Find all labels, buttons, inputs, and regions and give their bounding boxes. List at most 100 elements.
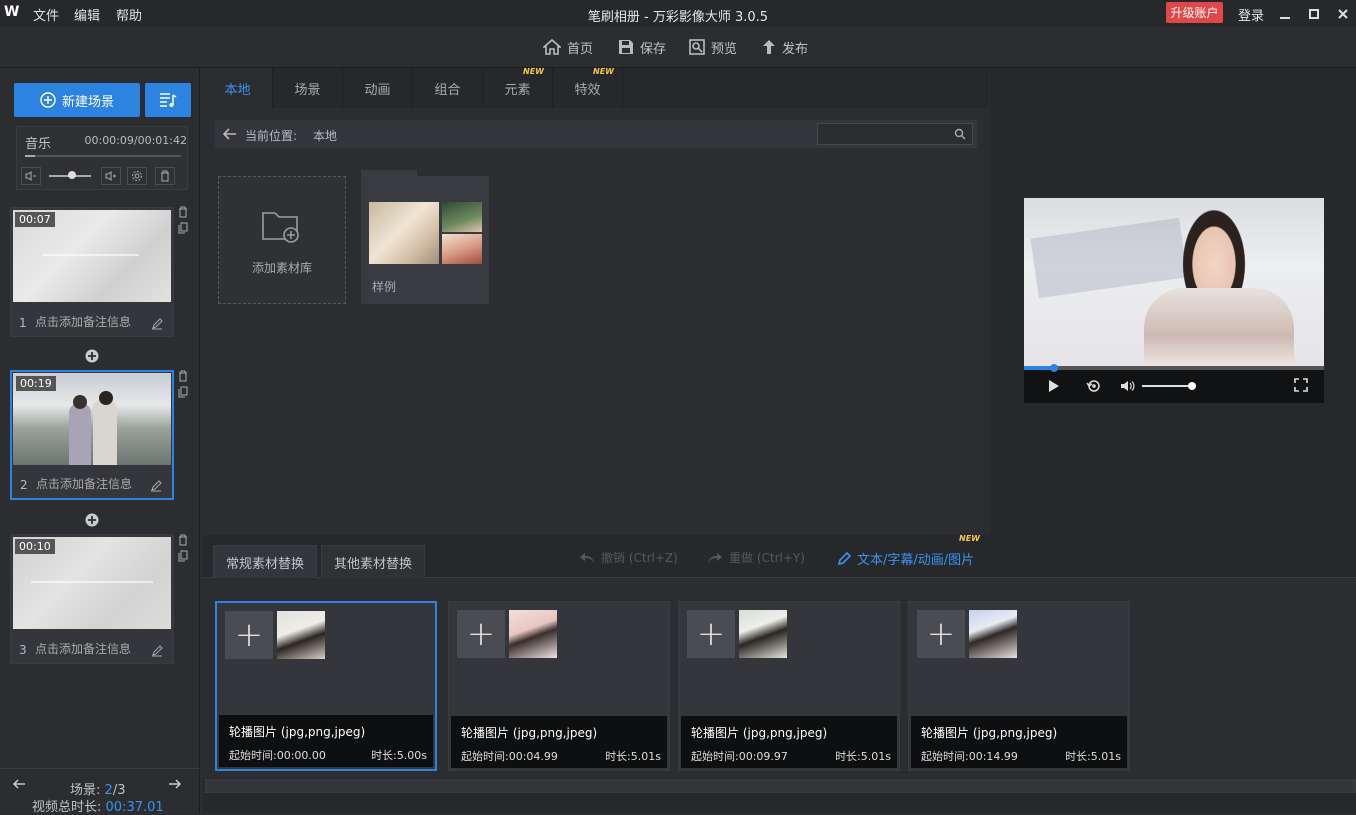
sample-folder-card[interactable]: 样例 [361,170,489,304]
music-progress-track[interactable] [25,155,181,157]
upload-icon [763,40,775,54]
material-card-2[interactable]: + 轮播图片 (jpg,png,jpeg) 起始时间:00:04.99 时长:5… [448,601,670,771]
material-card-1[interactable]: + 轮播图片 (jpg,png,jpeg) 起始时间:00:00.00 时长:5… [215,601,437,771]
text-link-label: 文本/字幕/动画/图片 [857,553,975,568]
scene-card-3[interactable]: 00:10 3 点击添加备注信息 [10,534,174,664]
maximize-icon [1309,8,1319,19]
add-material-button[interactable]: + [225,611,273,659]
insert-scene-icon[interactable] [85,349,99,363]
preview-button[interactable]: 预览 [689,37,737,57]
save-button[interactable]: 保存 [618,37,666,57]
horizontal-scrollbar[interactable] [205,779,1356,793]
scene-1-copy-icon[interactable] [178,222,188,234]
new-scene-button[interactable]: 新建场景 [14,83,140,117]
scene-3-delete-icon[interactable] [178,534,188,546]
tab-effects[interactable]: 特效 NEW [553,67,623,108]
tab-scene[interactable]: 场景 [273,68,343,108]
undo-label: 撤销 (Ctrl+Z) [601,551,678,565]
volume-slider-thumb[interactable] [68,171,76,179]
fullscreen-icon[interactable] [1294,378,1308,392]
minimize-button[interactable] [1270,0,1300,27]
play-icon[interactable] [1048,379,1060,393]
material-title: 轮播图片 (jpg,png,jpeg) [461,726,598,740]
undo-icon [580,552,594,563]
insert-scene-icon[interactable] [85,513,99,527]
scene-note[interactable]: 点击添加备注信息 [35,313,131,330]
tab-label: 其他素材替换 [334,556,413,572]
path-label: 当前位置: [245,129,298,143]
scene-2-delete-icon[interactable] [178,370,188,382]
material-replace-panel: 常规素材替换 其他素材替换 撤销 (Ctrl+Z) 重做 (Ctrl+Y) 文本… [203,534,1356,813]
add-library-card[interactable]: 添加素材库 [218,176,346,304]
scene-card-1[interactable]: 00:07 1 点击添加备注信息 [10,207,174,337]
music-settings-button[interactable] [127,167,147,185]
scene-footer: 场景: 2/3 视频总时长: 00:37.01 [0,768,200,815]
scene-card-2[interactable]: 00:19 2 点击添加备注信息 [10,370,174,500]
scene-note[interactable]: 点击添加备注信息 [35,640,131,657]
scene-note[interactable]: 点击添加备注信息 [36,475,132,492]
tab-label: 本地 [224,82,251,98]
prev-scene-icon[interactable] [12,779,26,789]
scene-list-button[interactable] [145,83,191,117]
volume-down-icon [25,171,36,181]
login-link[interactable]: 登录 [1238,5,1264,24]
material-card-3[interactable]: + 轮播图片 (jpg,png,jpeg) 起始时间:00:09.97 时长:5… [678,601,900,771]
edit-note-icon[interactable] [151,645,163,657]
new-scene-label: 新建场景 [61,94,114,110]
add-material-button[interactable]: + [917,610,965,658]
replay-icon[interactable] [1086,379,1102,393]
portrait-sweater [1144,288,1294,366]
video-progress-track[interactable] [1024,366,1324,370]
preview-volume-thumb[interactable] [1188,382,1196,390]
sample-image-large [369,202,439,264]
home-label: 首页 [567,41,594,57]
redo-button[interactable]: 重做 (Ctrl+Y) [707,549,805,566]
preview-volume-slider[interactable] [1142,385,1192,387]
add-material-button[interactable]: + [687,610,735,658]
edit-note-icon[interactable] [150,480,162,492]
music-label: 音乐 [25,137,52,152]
scene-3-copy-icon[interactable] [178,550,188,562]
next-scene-icon[interactable] [168,779,182,789]
window-title: 笔刷相册 - 万彩影像大师 3.0.5 [587,10,769,25]
edit-note-icon[interactable] [151,318,163,330]
add-library-label: 添加素材库 [251,261,312,275]
publish-button[interactable]: 发布 [762,37,808,57]
music-list-icon [160,93,177,107]
tab-animation[interactable]: 动画 [343,68,413,108]
tab-combo[interactable]: 组合 [413,68,483,108]
close-icon [1338,8,1348,19]
close-button[interactable] [1328,0,1356,27]
search-icon[interactable] [954,128,966,140]
folder-tab [361,170,417,180]
preview-icon [689,39,705,55]
maximize-button[interactable] [1299,0,1329,27]
scene-2-copy-icon[interactable] [178,386,188,398]
upgrade-button[interactable]: 升级账户 [1166,2,1223,23]
home-button[interactable]: 首页 [543,37,593,57]
scene-text-line [31,581,153,583]
volume-up-button[interactable] [101,167,121,185]
scene-1-delete-icon[interactable] [178,206,188,218]
material-card-4[interactable]: + 轮播图片 (jpg,png,jpeg) 起始时间:00:14.99 时长:5… [908,601,1130,771]
preview-video[interactable] [1024,198,1324,366]
search-box[interactable] [817,123,973,145]
tab-regular-replace[interactable]: 常规素材替换 [213,545,318,578]
undo-button[interactable]: 撤销 (Ctrl+Z) [579,549,678,566]
video-progress-thumb[interactable] [1050,364,1058,372]
tab-other-replace[interactable]: 其他素材替换 [321,545,426,578]
volume-icon[interactable] [1120,379,1136,393]
back-arrow-icon[interactable] [223,128,237,140]
path-value: 本地 [313,129,338,143]
music-delete-button[interactable] [155,167,175,185]
tab-element[interactable]: 元素 NEW [483,67,553,108]
material-info: 轮播图片 (jpg,png,jpeg) 起始时间:00:09.97 时长:5.0… [681,716,897,768]
search-input[interactable] [820,126,948,142]
material-start: 起始时间:00:04.99 [461,750,558,763]
tab-local[interactable]: 本地 [203,68,273,108]
gear-icon [132,171,142,181]
volume-down-button[interactable] [21,167,41,185]
material-duration: 时长:5.01s [835,750,891,763]
text-subtitle-animation-link[interactable]: 文本/字幕/动画/图片 [837,549,974,568]
add-material-button[interactable]: + [457,610,505,658]
